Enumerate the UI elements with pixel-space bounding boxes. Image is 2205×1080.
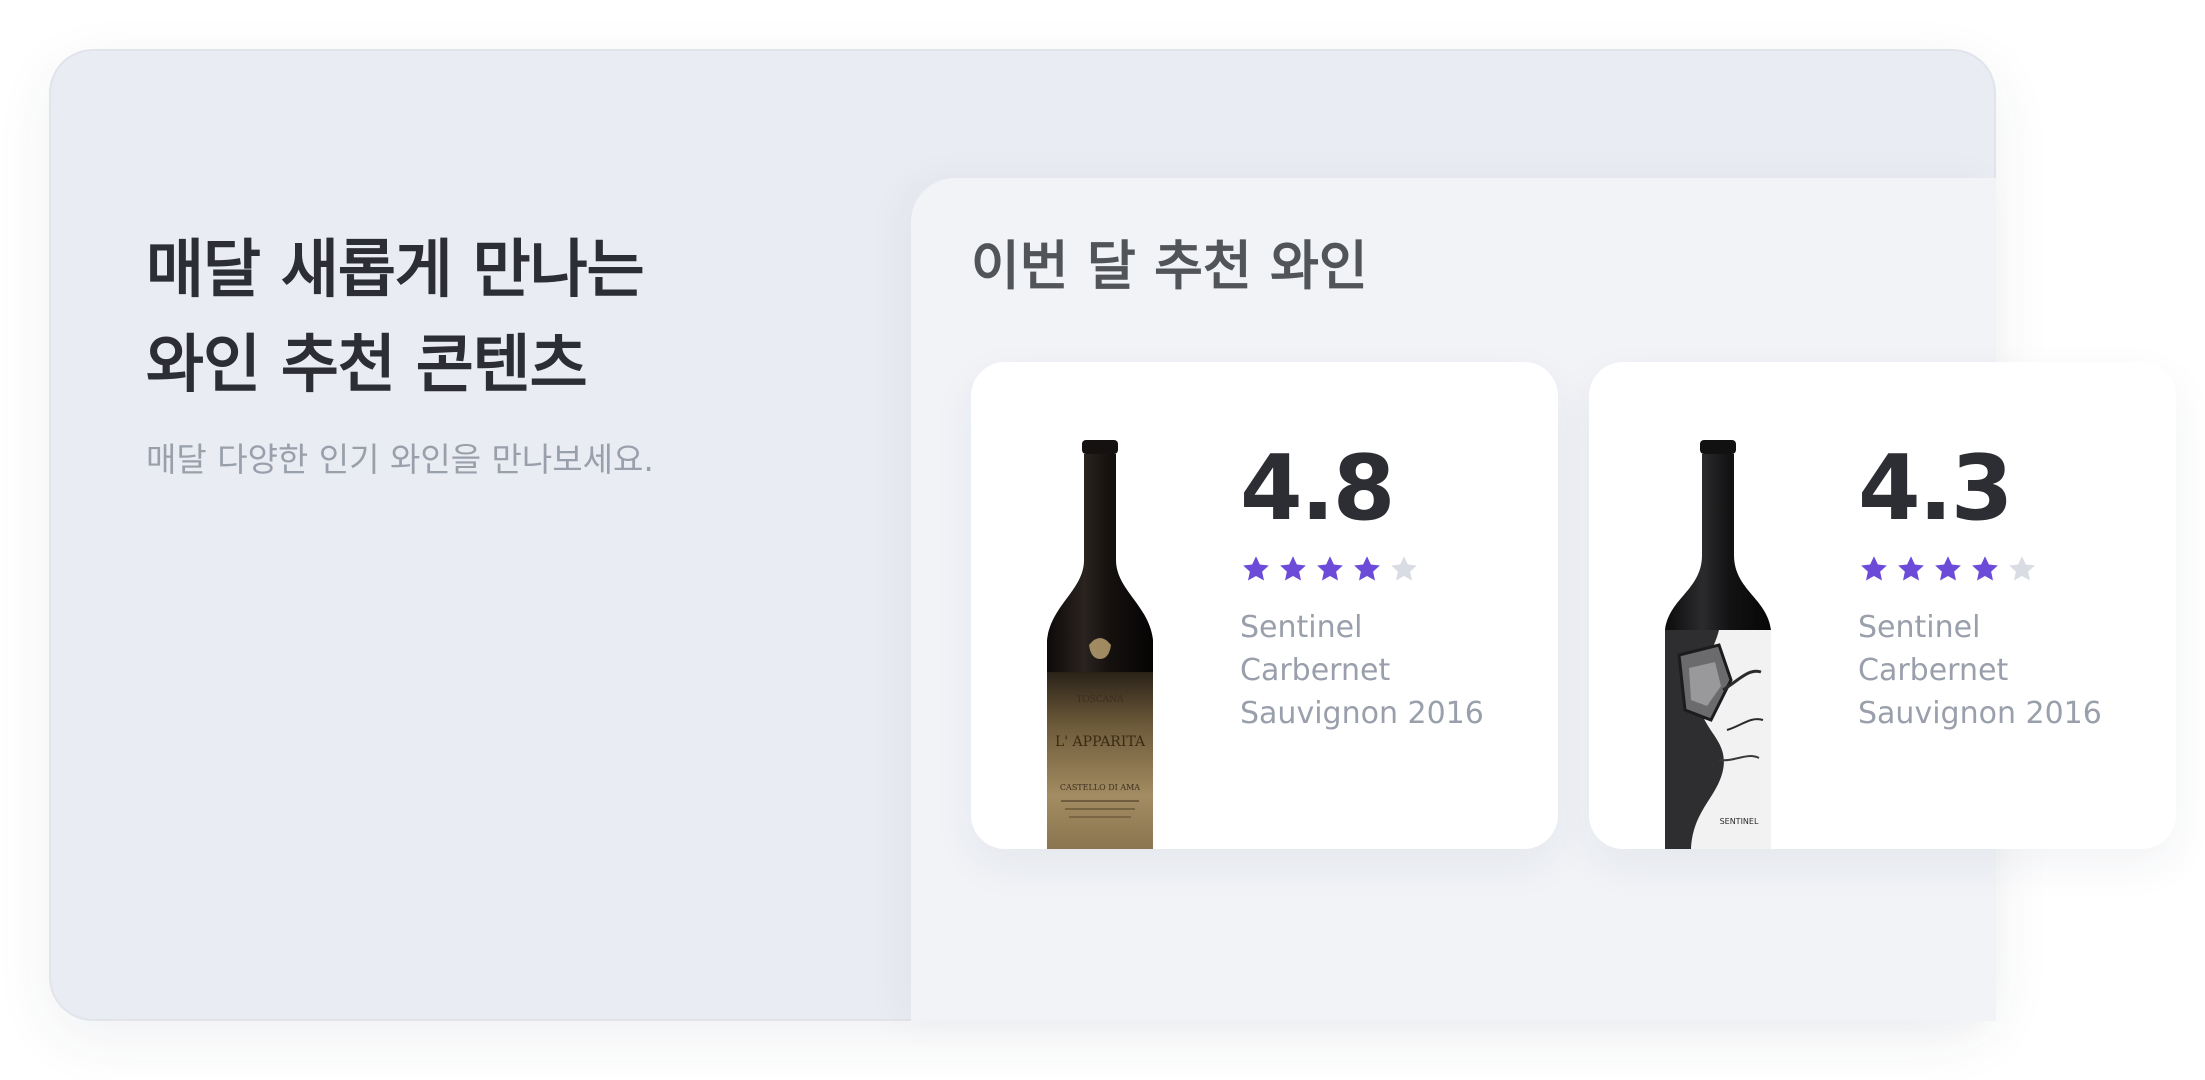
bottle-label-foot: CASTELLO DI AMA (1060, 783, 1140, 792)
star-icon (1315, 554, 1345, 584)
bottle-label: SENTINEL (1720, 817, 1759, 826)
wine-bottle-image: TOSCANA L' APPARITA CASTELLO DI AMA (1031, 440, 1169, 849)
intro-title-line-2: 와인 추천 콘텐츠 (146, 328, 588, 401)
star-icon (1389, 554, 1419, 584)
rating-value: 4.3 (1858, 436, 2013, 541)
wine-name-line-2: Carbernet (1858, 653, 2009, 688)
star-icon (1859, 554, 1889, 584)
wine-bottle-image: SENTINEL (1649, 440, 1787, 849)
wine-name-line-3: Sauvignon 2016 (1858, 696, 2102, 731)
star-rating (1241, 554, 1419, 584)
wine-name-line-3: Sauvignon 2016 (1240, 696, 1484, 731)
wine-name-line-2: Carbernet (1240, 653, 1391, 688)
wine-name: Sentinel Carbernet Sauvignon 2016 (1240, 606, 1540, 735)
star-icon (1896, 554, 1926, 584)
star-rating (1859, 554, 2037, 584)
rating-value: 4.8 (1240, 436, 1395, 541)
intro-subtitle: 매달 다양한 인기 와인을 만나보세요. (146, 440, 654, 479)
wine-card[interactable]: TOSCANA L' APPARITA CASTELLO DI AMA 4.8 … (971, 362, 1558, 849)
wine-bottle-sentinel: SENTINEL (1665, 440, 1771, 849)
bottle-label-small: TOSCANA (1076, 695, 1124, 705)
intro-title: 매달 새롭게 만나는 와인 추천 콘텐츠 (146, 222, 645, 412)
wine-card[interactable]: SENTINEL 4.3 Sentinel Carbernet Sauvigno… (1589, 362, 2176, 849)
star-icon (2007, 554, 2037, 584)
intro-title-line-1: 매달 새롭게 만나는 (146, 233, 645, 306)
star-icon (1278, 554, 1308, 584)
wine-name-line-1: Sentinel (1240, 610, 1363, 645)
wine-bottle-apparita: TOSCANA L' APPARITA CASTELLO DI AMA (1047, 440, 1153, 849)
star-icon (1241, 554, 1271, 584)
wine-name: Sentinel Carbernet Sauvignon 2016 (1858, 606, 2158, 735)
star-icon (1933, 554, 1963, 584)
wine-name-line-1: Sentinel (1858, 610, 1981, 645)
star-icon (1352, 554, 1382, 584)
bottle-label: L' APPARITA (1055, 734, 1146, 750)
star-icon (1970, 554, 2000, 584)
recommendation-title: 이번 달 추천 와인 (971, 236, 1368, 297)
page: 매달 새롭게 만나는 와인 추천 콘텐츠 매달 다양한 인기 와인을 만나보세요… (0, 0, 2205, 1080)
